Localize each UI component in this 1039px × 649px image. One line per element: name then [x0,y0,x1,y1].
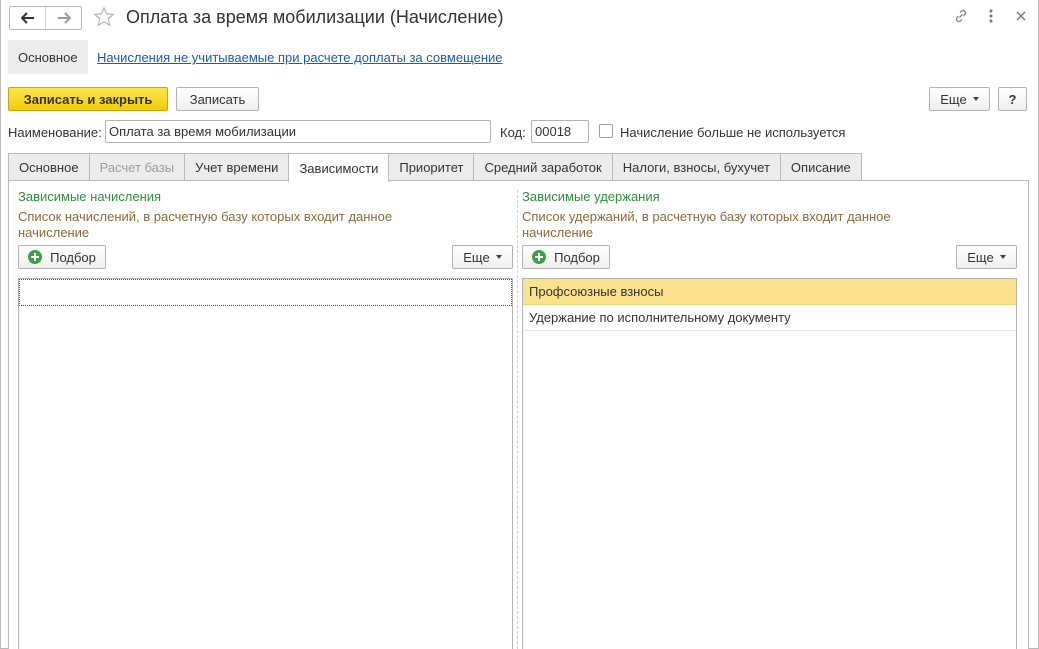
tab-taxes[interactable]: Налоги, взносы, бухучет [611,153,781,181]
table-row[interactable]: Профсоюзные взносы [523,279,1016,305]
not-used-checkbox[interactable] [599,124,613,138]
forward-button[interactable] [45,7,81,29]
page-title: Оплата за время мобилизации (Начисление) [126,7,504,27]
help-button[interactable]: ? [998,87,1027,111]
left-pick-button[interactable]: Подбор [18,245,106,269]
arrow-right-icon [57,12,71,24]
navigation-buttons [9,6,82,30]
right-pick-button[interactable]: Подбор [522,245,610,269]
name-field[interactable]: Оплата за время мобилизации [105,120,491,143]
add-icon [28,250,43,264]
more-button[interactable]: Еще [929,87,990,111]
dependent-deductions-table[interactable]: Профсоюзные взносы Удержание по исполнит… [522,278,1017,649]
chevron-down-icon [495,255,502,259]
left-more-button[interactable]: Еще [452,245,513,269]
link-icon[interactable] [953,8,969,24]
more-button-label: Еще [940,91,967,107]
favorite-button[interactable] [93,6,115,31]
dependent-accruals-description: Список начислений, в расчетную базу кото… [18,209,393,240]
tab-description[interactable]: Описание [779,153,862,181]
tab-base-calculation[interactable]: Расчет базы [88,153,186,181]
chevron-down-icon [999,255,1006,259]
table-row[interactable]: Удержание по исполнительному документу [523,305,1016,331]
tab-time-tracking[interactable]: Учет времени [184,153,290,181]
dependent-accruals-title: Зависимые начисления [18,189,162,204]
right-pick-label: Подбор [554,249,600,265]
tab-main[interactable]: Основное [8,153,90,181]
dependent-deductions-description: Список удержаний, в расчетную базу котор… [522,209,891,240]
not-used-label[interactable]: Начисление больше не используется [620,125,845,140]
section-link-excluded-accruals[interactable]: Начисления не учитываемые при расчете до… [97,50,503,65]
dependent-accruals-table[interactable] [18,278,513,649]
left-pick-label: Подбор [50,249,96,265]
panel-divider [517,190,518,649]
dependent-deductions-title: Зависимые удержания [522,189,660,204]
name-label: Наименование: [8,125,102,140]
tab-strip: Основное Расчет базы Учет времени Зависи… [8,153,862,182]
code-label: Код: [500,125,526,140]
more-icon[interactable] [983,8,999,24]
close-icon[interactable] [1013,8,1029,24]
back-button[interactable] [10,7,45,29]
code-field[interactable]: 00018 [531,120,589,143]
tab-priority[interactable]: Приоритет [388,153,475,181]
chevron-down-icon [972,97,979,101]
tab-dependencies[interactable]: Зависимости [288,153,390,182]
section-main[interactable]: Основное [8,40,88,74]
save-and-close-button[interactable]: Записать и закрыть [8,87,168,111]
right-more-label: Еще [967,249,994,265]
arrow-left-icon [20,12,34,24]
table-row[interactable] [19,279,512,306]
save-button[interactable]: Записать [176,87,259,111]
star-icon [93,6,115,27]
right-more-button[interactable]: Еще [956,245,1017,269]
left-more-label: Еще [463,249,490,265]
tab-average-earnings[interactable]: Средний заработок [473,153,613,181]
window-controls [953,8,1029,24]
add-icon [532,250,547,264]
